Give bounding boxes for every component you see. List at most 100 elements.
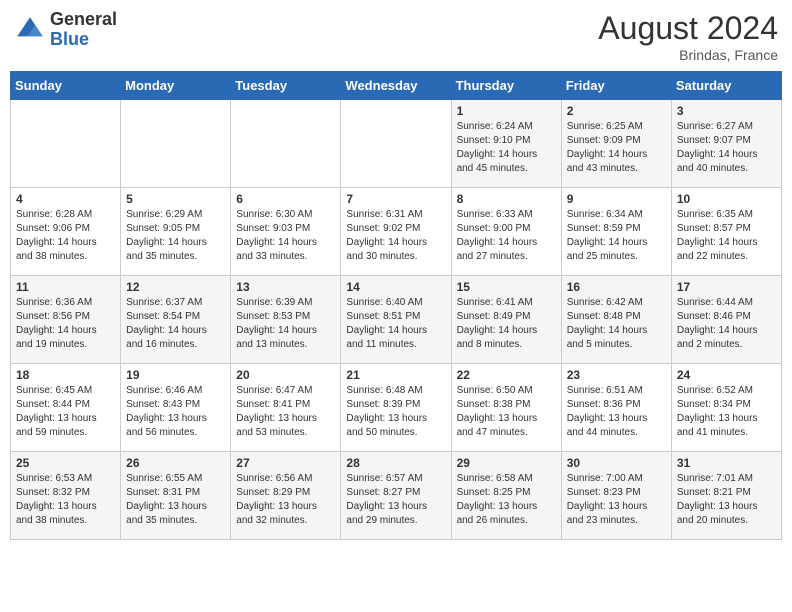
day-info: Sunrise: 6:55 AM Sunset: 8:31 PM Dayligh… xyxy=(126,472,225,528)
day-number: 18 xyxy=(16,368,115,382)
day-info: Sunrise: 6:27 AM Sunset: 9:07 PM Dayligh… xyxy=(677,120,776,176)
day-info: Sunrise: 6:33 AM Sunset: 9:00 PM Dayligh… xyxy=(457,208,556,264)
logo: General Blue xyxy=(14,10,117,50)
day-number: 14 xyxy=(346,280,445,294)
calendar-cell: 27 Sunrise: 6:56 AM Sunset: 8:29 PM Dayli… xyxy=(231,452,341,540)
day-info: Sunrise: 6:46 AM Sunset: 8:43 PM Dayligh… xyxy=(126,384,225,440)
header-cell-monday: Monday xyxy=(121,72,231,100)
calendar-cell: 3Sunrise: 6:27 AM Sunset: 9:07 PM Daylig… xyxy=(671,100,781,188)
day-number: 16 xyxy=(567,280,666,294)
calendar-cell: 28 Sunrise: 6:57 AM Sunset: 8:27 PM Dayli… xyxy=(341,452,451,540)
calendar-cell: 17 Sunrise: 6:44 AM Sunset: 8:46 PM Dayli… xyxy=(671,276,781,364)
calendar-cell: 9 Sunrise: 6:34 AM Sunset: 8:59 PM Daylig… xyxy=(561,188,671,276)
day-number: 10 xyxy=(677,192,776,206)
day-number: 7 xyxy=(346,192,445,206)
day-number: 25 xyxy=(16,456,115,470)
day-info: Sunrise: 6:34 AM Sunset: 8:59 PM Dayligh… xyxy=(567,208,666,264)
day-info: Sunrise: 6:29 AM Sunset: 9:05 PM Dayligh… xyxy=(126,208,225,264)
day-number: 28 xyxy=(346,456,445,470)
day-number: 9 xyxy=(567,192,666,206)
logo-icon xyxy=(14,14,46,46)
day-info: Sunrise: 6:53 AM Sunset: 8:32 PM Dayligh… xyxy=(16,472,115,528)
day-number: 4 xyxy=(16,192,115,206)
calendar-cell xyxy=(341,100,451,188)
day-info: Sunrise: 6:50 AM Sunset: 8:38 PM Dayligh… xyxy=(457,384,556,440)
title-block: August 2024 Brindas, France xyxy=(598,10,778,63)
calendar-cell: 15 Sunrise: 6:41 AM Sunset: 8:49 PM Dayli… xyxy=(451,276,561,364)
calendar-cell: 23 Sunrise: 6:51 AM Sunset: 8:36 PM Dayli… xyxy=(561,364,671,452)
calendar-cell: 2 Sunrise: 6:25 AM Sunset: 9:09 PM Daylig… xyxy=(561,100,671,188)
calendar-cell: 25 Sunrise: 6:53 AM Sunset: 8:32 PM Dayli… xyxy=(11,452,121,540)
day-number: 13 xyxy=(236,280,335,294)
calendar-cell: 13Sunrise: 6:39 AM Sunset: 8:53 PM Dayli… xyxy=(231,276,341,364)
day-number: 26 xyxy=(126,456,225,470)
calendar-cell: 16Sunrise: 6:42 AM Sunset: 8:48 PM Dayli… xyxy=(561,276,671,364)
day-number: 2 xyxy=(567,104,666,118)
day-info: Sunrise: 6:40 AM Sunset: 8:51 PM Dayligh… xyxy=(346,296,445,352)
day-number: 22 xyxy=(457,368,556,382)
calendar-cell: 21Sunrise: 6:48 AM Sunset: 8:39 PM Dayli… xyxy=(341,364,451,452)
day-info: Sunrise: 6:30 AM Sunset: 9:03 PM Dayligh… xyxy=(236,208,335,264)
calendar-cell: 26 Sunrise: 6:55 AM Sunset: 8:31 PM Dayli… xyxy=(121,452,231,540)
day-number: 11 xyxy=(16,280,115,294)
header-row: SundayMondayTuesdayWednesdayThursdayFrid… xyxy=(11,72,782,100)
calendar-cell: 19 Sunrise: 6:46 AM Sunset: 8:43 PM Dayli… xyxy=(121,364,231,452)
header-cell-friday: Friday xyxy=(561,72,671,100)
calendar-week-2: 4Sunrise: 6:28 AM Sunset: 9:06 PM Daylig… xyxy=(11,188,782,276)
calendar-week-5: 25 Sunrise: 6:53 AM Sunset: 8:32 PM Dayli… xyxy=(11,452,782,540)
day-number: 12 xyxy=(126,280,225,294)
day-info: Sunrise: 6:57 AM Sunset: 8:27 PM Dayligh… xyxy=(346,472,445,528)
day-info: Sunrise: 6:37 AM Sunset: 8:54 PM Dayligh… xyxy=(126,296,225,352)
calendar-table: SundayMondayTuesdayWednesdayThursdayFrid… xyxy=(10,71,782,540)
calendar-cell: 5 Sunrise: 6:29 AM Sunset: 9:05 PM Daylig… xyxy=(121,188,231,276)
calendar-week-4: 18 Sunrise: 6:45 AM Sunset: 8:44 PM Dayli… xyxy=(11,364,782,452)
calendar-cell: 12 Sunrise: 6:37 AM Sunset: 8:54 PM Dayli… xyxy=(121,276,231,364)
day-info: Sunrise: 6:51 AM Sunset: 8:36 PM Dayligh… xyxy=(567,384,666,440)
calendar-cell: 20Sunrise: 6:47 AM Sunset: 8:41 PM Dayli… xyxy=(231,364,341,452)
calendar-cell: 22 Sunrise: 6:50 AM Sunset: 8:38 PM Dayli… xyxy=(451,364,561,452)
day-info: Sunrise: 6:41 AM Sunset: 8:49 PM Dayligh… xyxy=(457,296,556,352)
logo-text: General Blue xyxy=(50,10,117,50)
header-cell-thursday: Thursday xyxy=(451,72,561,100)
calendar-cell: 1 Sunrise: 6:24 AM Sunset: 9:10 PM Daylig… xyxy=(451,100,561,188)
day-info: Sunrise: 6:35 AM Sunset: 8:57 PM Dayligh… xyxy=(677,208,776,264)
day-info: Sunrise: 6:31 AM Sunset: 9:02 PM Dayligh… xyxy=(346,208,445,264)
day-number: 5 xyxy=(126,192,225,206)
header-cell-saturday: Saturday xyxy=(671,72,781,100)
calendar-cell: 29Sunrise: 6:58 AM Sunset: 8:25 PM Dayli… xyxy=(451,452,561,540)
page-header: General Blue August 2024 Brindas, France xyxy=(10,10,782,63)
calendar-cell xyxy=(11,100,121,188)
day-info: Sunrise: 6:44 AM Sunset: 8:46 PM Dayligh… xyxy=(677,296,776,352)
day-number: 17 xyxy=(677,280,776,294)
day-info: Sunrise: 6:25 AM Sunset: 9:09 PM Dayligh… xyxy=(567,120,666,176)
day-number: 8 xyxy=(457,192,556,206)
day-number: 6 xyxy=(236,192,335,206)
day-number: 23 xyxy=(567,368,666,382)
calendar-cell: 18 Sunrise: 6:45 AM Sunset: 8:44 PM Dayli… xyxy=(11,364,121,452)
calendar-cell: 4Sunrise: 6:28 AM Sunset: 9:06 PM Daylig… xyxy=(11,188,121,276)
calendar-cell: 14 Sunrise: 6:40 AM Sunset: 8:51 PM Dayli… xyxy=(341,276,451,364)
header-cell-sunday: Sunday xyxy=(11,72,121,100)
day-info: Sunrise: 6:58 AM Sunset: 8:25 PM Dayligh… xyxy=(457,472,556,528)
calendar-cell xyxy=(121,100,231,188)
day-number: 27 xyxy=(236,456,335,470)
calendar-header: SundayMondayTuesdayWednesdayThursdayFrid… xyxy=(11,72,782,100)
day-info: Sunrise: 6:24 AM Sunset: 9:10 PM Dayligh… xyxy=(457,120,556,176)
location-subtitle: Brindas, France xyxy=(598,47,778,63)
day-info: Sunrise: 6:36 AM Sunset: 8:56 PM Dayligh… xyxy=(16,296,115,352)
calendar-cell: 30Sunrise: 7:00 AM Sunset: 8:23 PM Dayli… xyxy=(561,452,671,540)
calendar-week-3: 11 Sunrise: 6:36 AM Sunset: 8:56 PM Dayli… xyxy=(11,276,782,364)
calendar-body: 1 Sunrise: 6:24 AM Sunset: 9:10 PM Daylig… xyxy=(11,100,782,540)
calendar-cell: 10 Sunrise: 6:35 AM Sunset: 8:57 PM Dayli… xyxy=(671,188,781,276)
calendar-cell: 24Sunrise: 6:52 AM Sunset: 8:34 PM Dayli… xyxy=(671,364,781,452)
day-number: 15 xyxy=(457,280,556,294)
day-info: Sunrise: 7:01 AM Sunset: 8:21 PM Dayligh… xyxy=(677,472,776,528)
calendar-week-1: 1 Sunrise: 6:24 AM Sunset: 9:10 PM Daylig… xyxy=(11,100,782,188)
calendar-cell: 8 Sunrise: 6:33 AM Sunset: 9:00 PM Daylig… xyxy=(451,188,561,276)
day-info: Sunrise: 6:56 AM Sunset: 8:29 PM Dayligh… xyxy=(236,472,335,528)
day-number: 19 xyxy=(126,368,225,382)
day-info: Sunrise: 7:00 AM Sunset: 8:23 PM Dayligh… xyxy=(567,472,666,528)
day-number: 1 xyxy=(457,104,556,118)
calendar-cell: 31Sunrise: 7:01 AM Sunset: 8:21 PM Dayli… xyxy=(671,452,781,540)
day-info: Sunrise: 6:45 AM Sunset: 8:44 PM Dayligh… xyxy=(16,384,115,440)
